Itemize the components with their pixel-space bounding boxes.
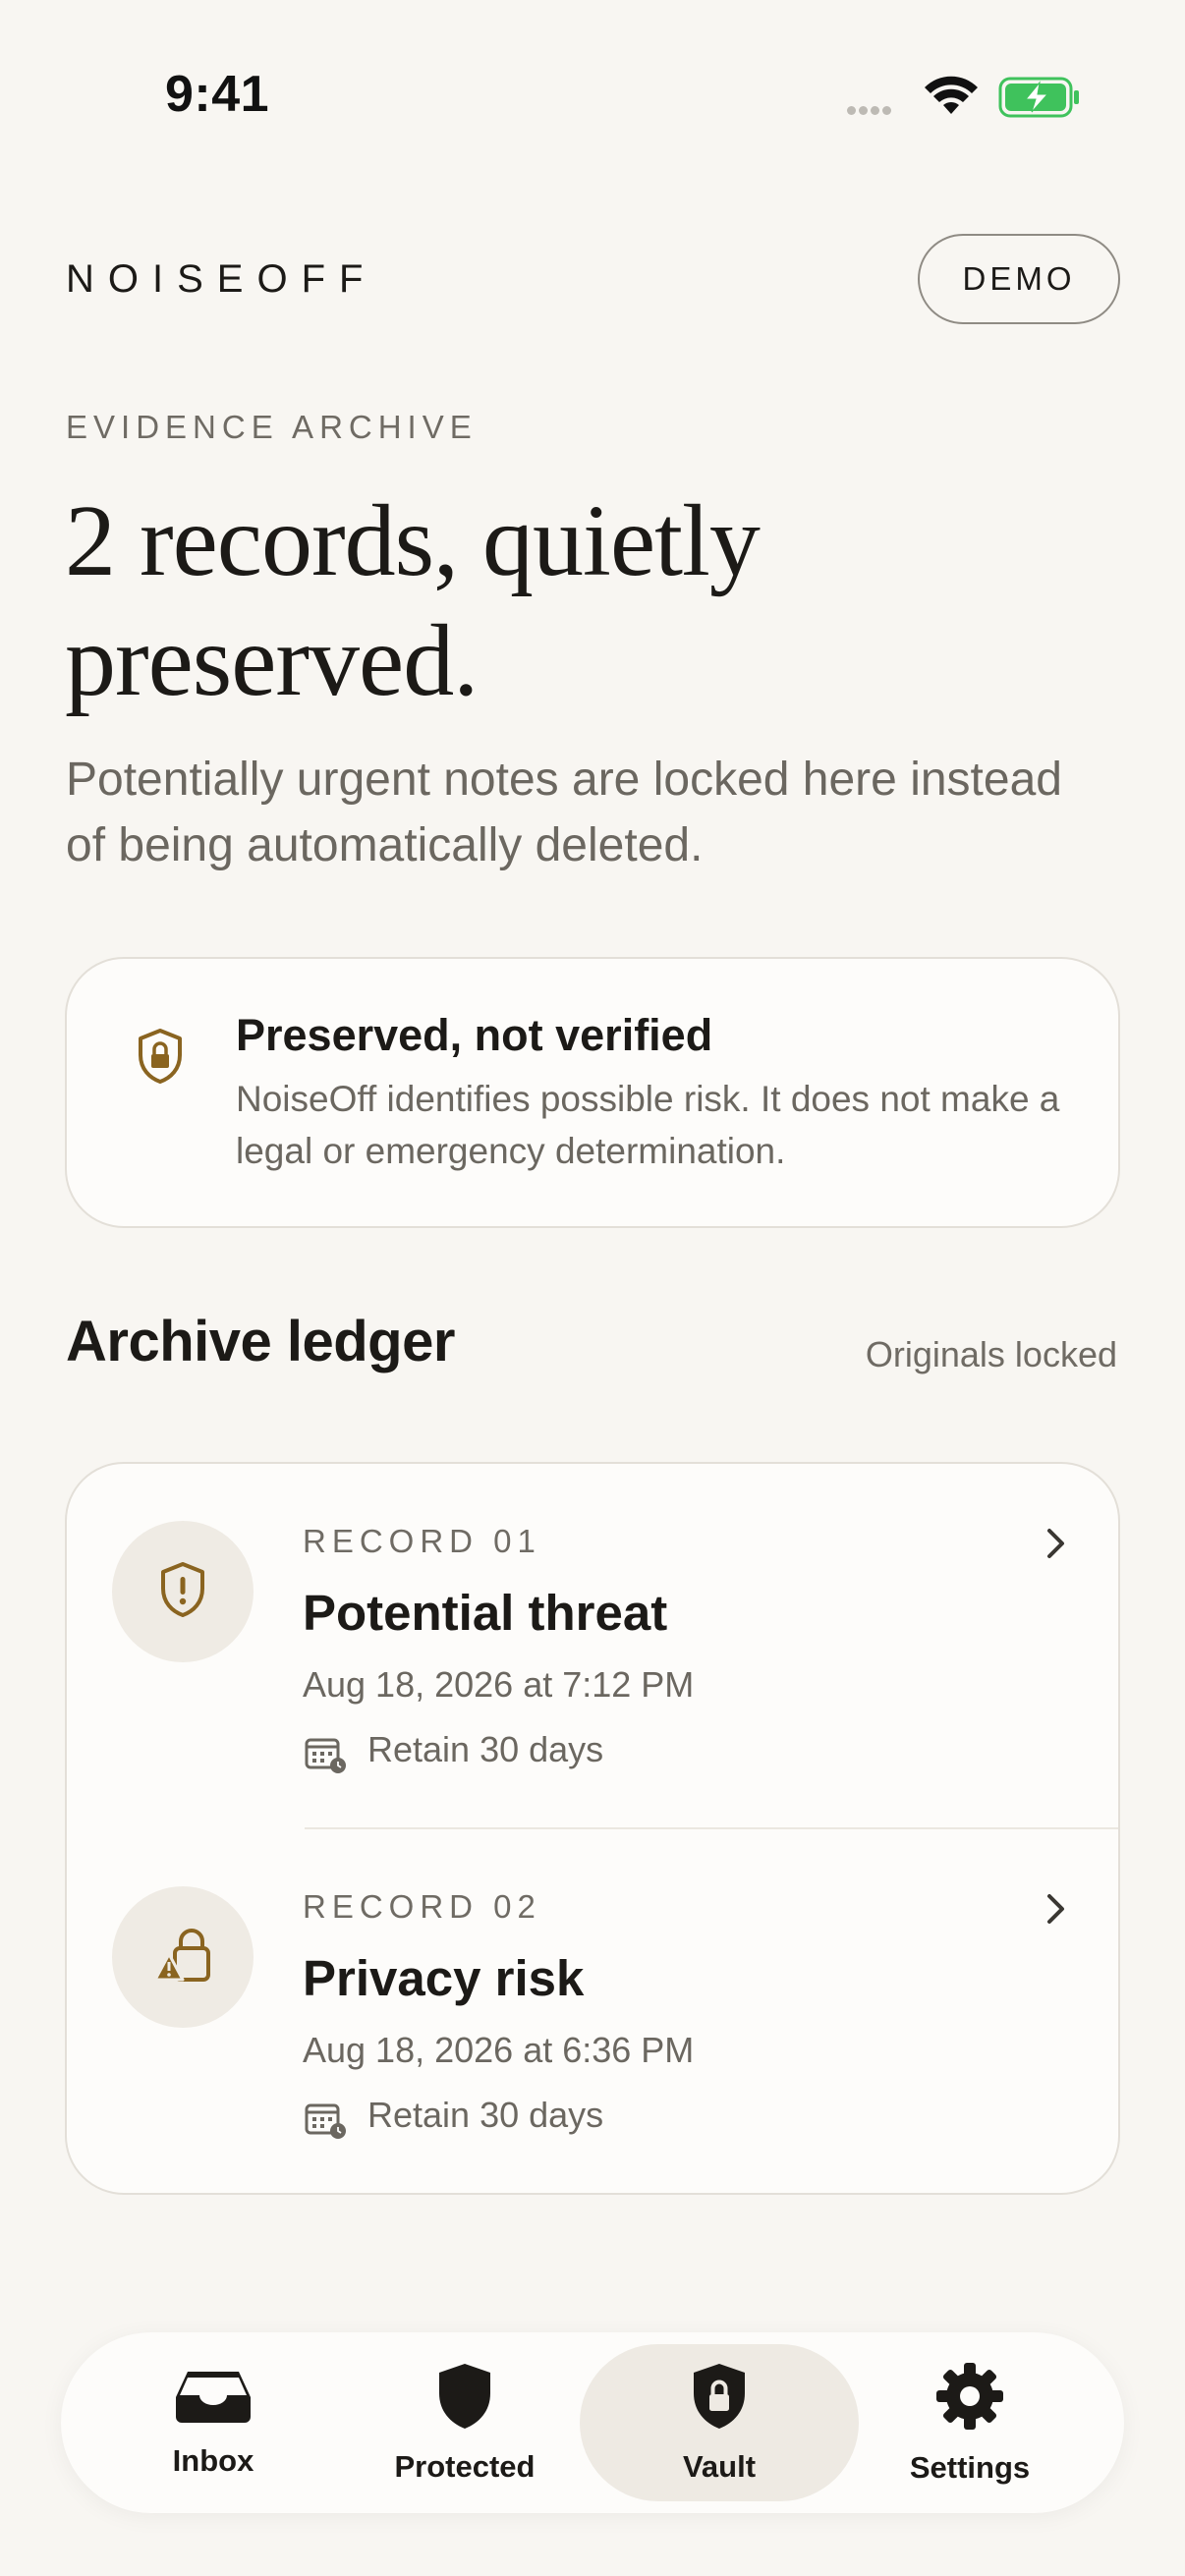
notice-body: NoiseOff identifies possible risk. It do… [236, 1079, 1060, 1171]
section-eyebrow: EVIDENCE ARCHIVE [66, 409, 478, 445]
archive-ledger-list: RECORD 01 Potential threat Aug 18, 2026 … [65, 1462, 1120, 2195]
gear-icon [934, 2361, 1005, 2436]
tab-label: Protected [394, 2448, 536, 2484]
record-label: RECORD 01 [303, 1523, 541, 1559]
record-title: Privacy risk [303, 1950, 585, 2006]
record-retention: Retain 30 days [367, 1729, 604, 1769]
demo-button[interactable]: DEMO [918, 234, 1120, 324]
shield-icon [436, 2362, 493, 2436]
calendar-clock-icon [305, 1735, 348, 1779]
app-brand: NOISEOFF [66, 257, 377, 301]
record-date: Aug 18, 2026 at 7:12 PM [303, 1664, 695, 1705]
record-date: Aug 18, 2026 at 6:36 PM [303, 2030, 695, 2070]
wifi-icon [924, 75, 979, 121]
bottom-tab-bar: Inbox Protected Vault Settings [61, 2332, 1124, 2513]
tab-label: Inbox [172, 2442, 254, 2478]
battery-charging-icon [998, 77, 1081, 123]
tab-vault[interactable]: Vault [580, 2344, 859, 2501]
shield-lock-icon [136, 1028, 185, 1090]
inbox-icon [172, 2368, 254, 2430]
tab-inbox[interactable]: Inbox [90, 2344, 336, 2501]
chevron-right-icon [1044, 1525, 1069, 1567]
vault-lock-icon [691, 2362, 748, 2436]
status-time: 9:41 [165, 66, 270, 123]
calendar-clock-icon [305, 2100, 348, 2145]
originals-locked-label: Originals locked [865, 1334, 1117, 1374]
record-icon-badge [112, 1886, 254, 2028]
tab-label: Vault [682, 2448, 757, 2484]
list-item-record-01[interactable]: RECORD 01 Potential threat Aug 18, 2026 … [67, 1464, 1118, 1829]
preservation-notice-card: Preserved, not verified NoiseOff identif… [65, 957, 1120, 1228]
ledger-title: Archive ledger [66, 1310, 455, 1373]
record-label: RECORD 02 [303, 1888, 541, 1925]
page-title: 2 records, quietly preserved. [65, 484, 761, 717]
list-item-record-02[interactable]: RECORD 02 Privacy risk Aug 18, 2026 at 6… [67, 1829, 1118, 2193]
record-title: Potential threat [303, 1585, 668, 1641]
record-icon-badge [112, 1521, 254, 1662]
tab-settings[interactable]: Settings [847, 2344, 1093, 2501]
page-subtitle: Potentially urgent notes are locked here… [66, 754, 1062, 871]
record-retention: Retain 30 days [367, 2095, 604, 2135]
tab-label: Settings [909, 2449, 1031, 2485]
cellular-signal-icon [847, 102, 894, 120]
notice-title: Preserved, not verified [236, 1010, 713, 1060]
tab-protected[interactable]: Protected [342, 2344, 588, 2501]
lock-warning-icon [153, 1925, 212, 1990]
shield-alert-icon [157, 1560, 208, 1624]
chevron-right-icon [1044, 1890, 1069, 1932]
